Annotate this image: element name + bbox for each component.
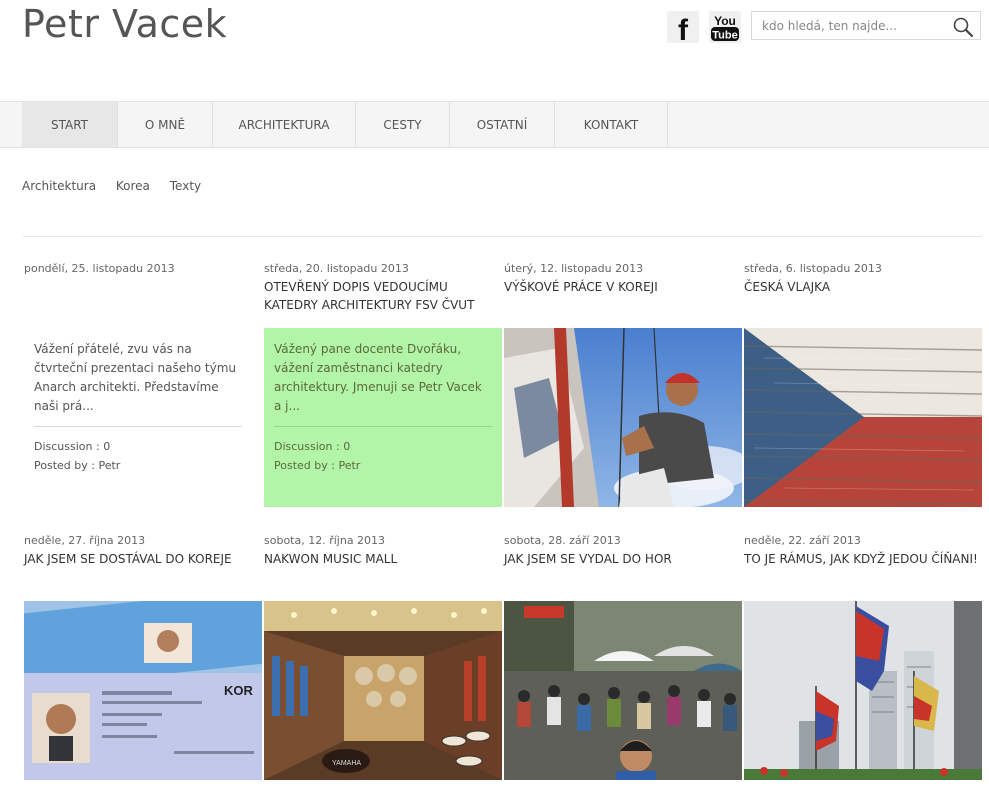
search-box (751, 11, 981, 40)
svg-text:KOR: KOR (224, 683, 254, 698)
crowd-market-photo[interactable] (504, 601, 742, 780)
climber-photo[interactable] (504, 328, 742, 507)
nav-ostatni[interactable]: OSTATNÍ (450, 102, 555, 147)
search-icon[interactable] (952, 16, 974, 38)
post-excerpt: Vážený pane docente Dvořáku, vážení zamě… (274, 340, 492, 427)
nav-architektura[interactable]: ARCHITEKTURA (213, 102, 356, 147)
id-cards-photo[interactable]: KOR (24, 601, 262, 780)
svg-text:Tube: Tube (712, 30, 737, 42)
filter-architektura[interactable]: Architektura (22, 179, 96, 193)
post-date: neděle, 27. října 2013 (24, 534, 146, 547)
filter-korea[interactable]: Korea (116, 179, 150, 193)
post-date: sobota, 12. října 2013 (264, 534, 386, 547)
facebook-icon[interactable]: f (667, 11, 699, 43)
post-excerpt-card[interactable]: Vážení přátelé, zvu vás na čtvrteční pre… (24, 328, 252, 507)
svg-text:YAMAHA: YAMAHA (332, 760, 361, 767)
post-date: neděle, 22. září 2013 (744, 534, 861, 547)
flags-city-photo[interactable] (744, 601, 982, 780)
search-input[interactable] (752, 12, 942, 39)
discussion-count: Discussion : 0 (274, 440, 351, 453)
nav-cesty[interactable]: CESTY (356, 102, 450, 147)
post-date: středa, 20. listopadu 2013 (264, 262, 409, 275)
youtube-icon[interactable]: You Tube (709, 11, 741, 43)
filter-texty[interactable]: Texty (170, 179, 201, 193)
post-author: Posted by : Petr (274, 459, 361, 472)
post-title[interactable]: JAK JSEM SE VYDAL DO HOR (504, 550, 740, 568)
post-title[interactable]: ČESKÁ VLAJKA (744, 278, 980, 296)
post-author: Posted by : Petr (34, 459, 121, 472)
nav-kontakt[interactable]: KONTAKT (555, 102, 668, 147)
post-title[interactable]: OTEVŘENÝ DOPIS VEDOUCÍMU KATEDRY ARCHITE… (264, 278, 500, 314)
category-filter: Architektura Korea Texty (22, 179, 217, 193)
post-excerpt: Vážení přátelé, zvu vás na čtvrteční pre… (34, 340, 242, 427)
post-date: sobota, 28. září 2013 (504, 534, 621, 547)
svg-text:You: You (714, 14, 736, 28)
post-date: pondělí, 25. listopadu 2013 (24, 262, 175, 275)
post-excerpt-card[interactable]: Vážený pane docente Dvořáku, vážení zamě… (264, 328, 502, 507)
nav-start[interactable]: START (22, 102, 118, 147)
post-title[interactable]: NAKWON MUSIC MALL (264, 550, 500, 568)
divider (23, 236, 982, 237)
nav-o-mne[interactable]: O MNĚ (118, 102, 213, 147)
czech-flag-photo[interactable] (744, 328, 982, 507)
discussion-count: Discussion : 0 (34, 440, 111, 453)
post-title[interactable]: TO JE RÁMUS, JAK KDYŽ JEDOU ČÍŇANI! (744, 550, 980, 568)
post-title[interactable]: JAK JSEM SE DOSTÁVAL DO KOREJE (24, 550, 260, 568)
main-nav: START O MNĚ ARCHITEKTURA CESTY OSTATNÍ K… (0, 101, 989, 148)
svg-text:f: f (678, 14, 689, 43)
post-date: středa, 6. listopadu 2013 (744, 262, 882, 275)
music-shop-photo[interactable]: YAMAHA (264, 601, 502, 780)
site-title[interactable]: Petr Vacek (22, 2, 227, 46)
post-title[interactable]: VÝŠKOVÉ PRÁCE V KOREJI (504, 278, 740, 296)
post-date: úterý, 12. listopadu 2013 (504, 262, 644, 275)
